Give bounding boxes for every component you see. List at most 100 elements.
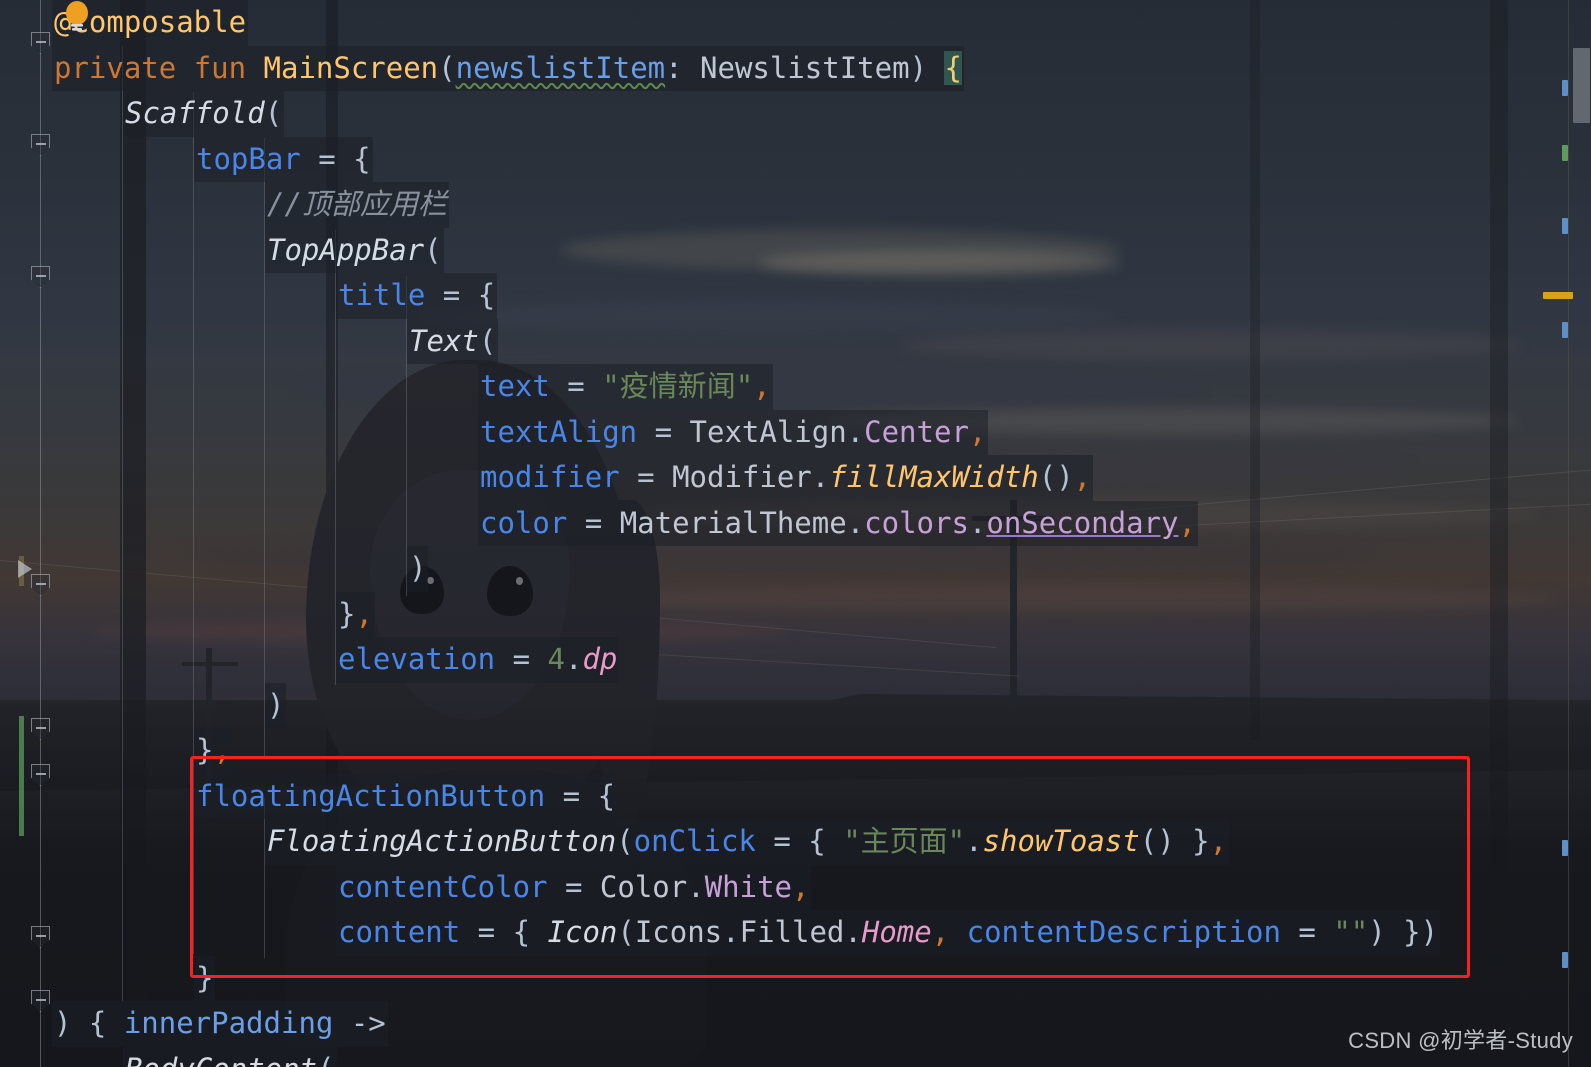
code-token: text [480,369,550,403]
code-line[interactable]: }, [0,728,1591,774]
code-line[interactable]: topBar = { [0,136,1591,182]
code-token: TextAlign [689,414,847,449]
code-token: } [338,596,356,631]
code-token: -> [333,1006,386,1040]
code-token: = [619,460,673,494]
code-token: , [968,414,987,449]
code-token: , [753,369,771,403]
code-token: () [1038,460,1074,494]
error-stripe-marker[interactable] [1562,145,1568,161]
code-token: fun [193,50,264,85]
code-token: . [846,505,865,540]
code-line-text: topBar = { [194,136,373,182]
error-stripe-marker[interactable] [1562,840,1568,856]
code-token: = { [300,141,371,176]
code-token: , [931,915,950,949]
warning-stripe-marker[interactable] [1543,292,1573,299]
error-stripe-marker[interactable] [1562,322,1568,338]
code-token: , [213,733,231,767]
code-token: . [811,460,830,494]
scrollbar-thumb[interactable] [1573,48,1590,123]
code-line-text: color = MaterialTheme.colors.onSecondary… [478,500,1198,546]
code-token: = { [460,915,548,949]
code-token: showToast [982,824,1140,858]
code-token: private [54,50,194,85]
code-line[interactable]: ) [0,546,1591,592]
code-token: ( [424,232,442,267]
code-line[interactable]: TopAppBar( [0,227,1591,273]
ide-editor-window: @Composable private fun MainScreen(newsli… [0,0,1591,1067]
code-token: textAlign [480,414,638,449]
code-line[interactable]: elevation = 4.dp [0,637,1591,683]
code-token: innerPadding [123,1006,334,1040]
code-token: White [704,869,792,904]
code-token: MainScreen [263,50,439,85]
code-token: } [196,960,214,995]
code-token: newslistItem [455,50,666,85]
code-token: . [565,642,583,676]
error-stripe-marker[interactable] [1562,952,1568,968]
code-line[interactable]: } [0,955,1591,1001]
code-token: 4 [547,642,565,676]
code-token: content [338,915,461,949]
code-token: = [1280,915,1334,949]
code-line[interactable]: title = { [0,273,1591,319]
code-token: , [1209,824,1228,858]
code-line-text: FloatingActionButton(onClick = { "主页面".s… [265,819,1230,865]
code-token: fillMaxWidth [829,460,1039,494]
code-line[interactable]: FloatingActionButton(onClick = { "主页面".s… [0,819,1591,865]
code-line[interactable]: private fun MainScreen(newslistItem: New… [0,45,1591,91]
code-token: = [567,505,620,540]
code-line[interactable]: contentColor = Color.White, [0,864,1591,910]
scrollbar-divider-line [1568,0,1569,1067]
code-token: ) [267,687,285,722]
code-token: Icon [547,915,618,949]
code-token: = [547,869,600,904]
code-line-text: }, [194,728,233,774]
code-token: . [846,414,865,449]
code-token: . [844,915,862,949]
code-token: Color [599,869,688,904]
code-token: . [968,505,987,540]
code-token: ( [264,96,283,130]
code-token: MaterialTheme [619,505,847,540]
code-line-text: modifier = Modifier.fillMaxWidth(), [478,455,1094,501]
code-line[interactable]: Text( [0,318,1591,364]
code-line[interactable]: floatingActionButton = { [0,773,1591,819]
code-line[interactable]: textAlign = TextAlign.Center, [0,409,1591,455]
code-line-text: BodyContent( [123,1046,337,1067]
code-token: Modifier [672,460,812,494]
code-token: = [495,642,548,676]
code-line[interactable]: Scaffold( [0,91,1591,137]
error-stripe-marker[interactable] [1562,80,1568,96]
lightbulb-intention-icon[interactable] [62,0,92,34]
code-line[interactable]: @Composable [0,0,1591,46]
code-token: ( [317,1052,334,1067]
code-token: () } [1139,824,1210,858]
code-text-area[interactable]: @Composable private fun MainScreen(newsli… [0,0,1591,1067]
code-line[interactable]: content = { Icon(Icons.Filled.Home, cont… [0,910,1591,956]
code-token: modifier [480,460,620,494]
editor-scrollbar[interactable] [1543,0,1591,1067]
code-token: = { [755,824,844,858]
code-token: contentColor [338,869,548,904]
code-line[interactable]: text = "疫情新闻", [0,364,1591,410]
code-token: = { [425,278,496,312]
code-line[interactable]: color = MaterialTheme.colors.onSecondary… [0,500,1591,546]
code-line-text: contentColor = Color.White, [336,864,812,910]
code-token: , [1073,460,1092,494]
code-token: . [687,869,705,904]
code-line-text: //顶部应用栏 [265,182,449,228]
code-token: Center [864,414,969,449]
code-line[interactable]: }, [0,591,1591,637]
code-token: ( [438,50,456,85]
code-line[interactable]: ) [0,682,1591,728]
code-token: ) { [54,1006,124,1040]
code-token: ) [409,551,427,585]
error-stripe-marker[interactable] [1562,218,1568,234]
code-line-text: ) [265,682,287,728]
code-token: contentDescription [966,915,1281,949]
code-line[interactable]: modifier = Modifier.fillMaxWidth(), [0,455,1591,501]
code-line[interactable]: //顶部应用栏 [0,182,1591,228]
code-line-text: Scaffold( [123,91,285,137]
